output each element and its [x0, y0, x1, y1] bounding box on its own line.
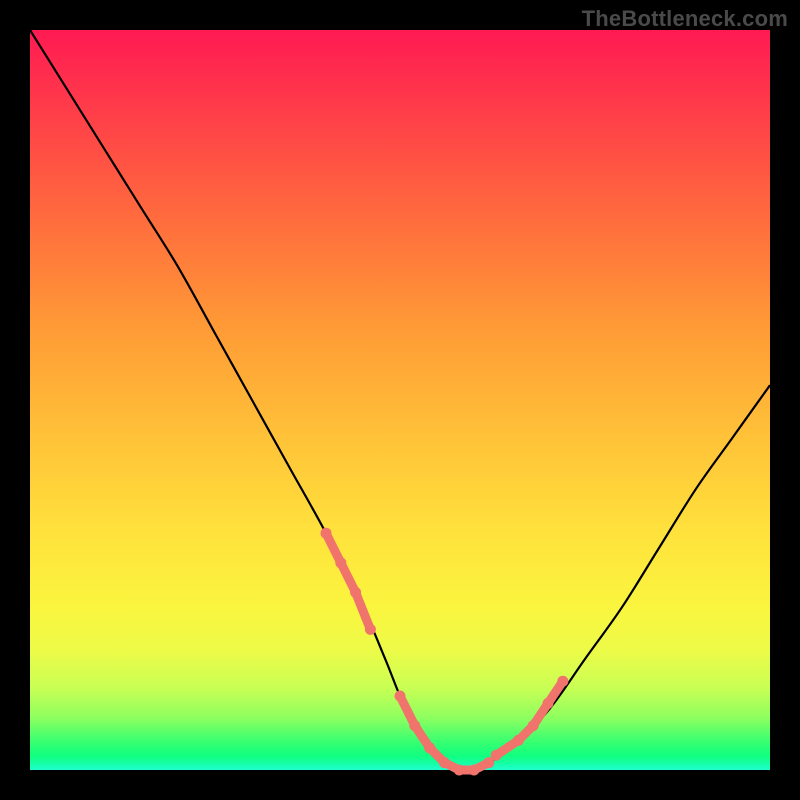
data-point — [424, 742, 435, 753]
data-point — [439, 757, 450, 768]
data-point — [491, 750, 502, 761]
data-point — [557, 676, 568, 687]
chart-frame: TheBottleneck.com — [0, 0, 800, 800]
data-point — [350, 587, 361, 598]
curve-svg — [30, 30, 770, 770]
highlighted-points — [321, 528, 569, 776]
data-point — [454, 765, 465, 776]
marker-run — [496, 681, 563, 755]
watermark-text: TheBottleneck.com — [582, 6, 788, 32]
data-point — [321, 528, 332, 539]
data-point — [528, 720, 539, 731]
data-point — [513, 735, 524, 746]
plot-area — [30, 30, 770, 770]
data-point — [335, 557, 346, 568]
data-point — [543, 698, 554, 709]
data-point — [395, 691, 406, 702]
marker-run — [326, 533, 370, 629]
data-point — [365, 624, 376, 635]
data-point — [469, 765, 480, 776]
bottleneck-curve — [30, 30, 770, 771]
data-point — [409, 720, 420, 731]
